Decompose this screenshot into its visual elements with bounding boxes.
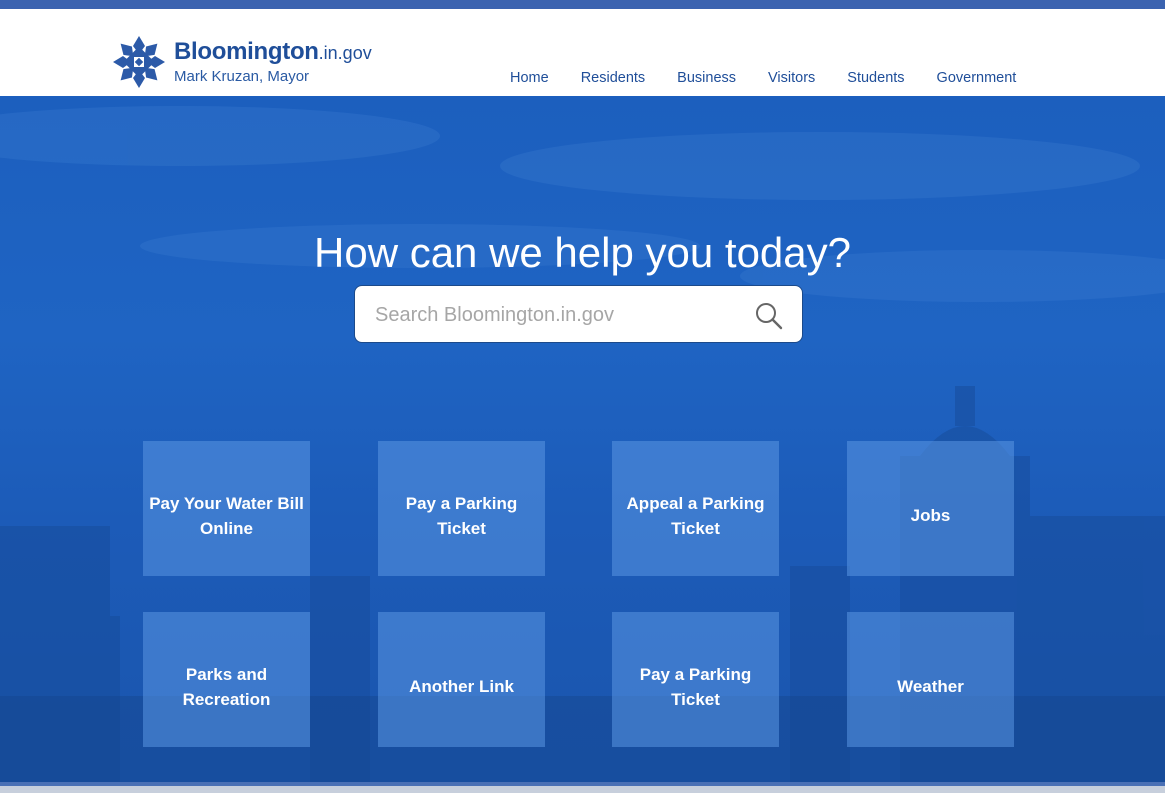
quick-link-label: Pay a Parking Ticket: [405, 493, 518, 538]
quick-link-label: Another Link: [409, 677, 514, 696]
quick-link-weather[interactable]: Weather: [847, 612, 1014, 747]
site-name: Bloomington: [174, 38, 319, 65]
quick-link-label: Pay a Parking Ticket: [639, 664, 752, 709]
quick-link-another-link[interactable]: Another Link: [378, 612, 545, 747]
mayor-line: Mark Kruzan, Mayor: [174, 68, 310, 85]
quick-link-label: Appeal a Parking Ticket: [626, 493, 765, 538]
quick-link-parks-recreation[interactable]: Parks and Recreation: [143, 612, 310, 747]
bottom-accent-bar: [0, 782, 1165, 793]
site-title: Bloomington.in.gov: [174, 39, 372, 68]
quick-link-appeal-parking-ticket[interactable]: Appeal a Parking Ticket: [612, 441, 779, 576]
site-brand[interactable]: Bloomington.in.gov Mark Kruzan, Mayor: [174, 39, 372, 86]
quick-link-label: Jobs: [910, 506, 951, 525]
quick-link-pay-parking-ticket[interactable]: Pay a Parking Ticket: [378, 441, 545, 576]
quick-link-pay-parking-ticket-2[interactable]: Pay a Parking Ticket: [612, 612, 779, 747]
site-domain-suffix: .in.gov: [318, 43, 372, 63]
quick-link-label: Parks and Recreation: [182, 664, 271, 709]
quick-link-pay-water-bill[interactable]: Pay Your Water Bill Online: [143, 441, 310, 576]
quick-links-grid: Pay Your Water Bill Online Pay a Parking…: [0, 96, 1165, 782]
hero-section: How can we help you today? Pay Your Wate…: [0, 96, 1165, 782]
site-header: Bloomington.in.gov Mark Kruzan, Mayor Ho…: [0, 9, 1165, 105]
quick-link-label: Pay Your Water Bill Online: [149, 493, 304, 538]
top-accent-bar: [0, 0, 1165, 9]
quick-link-jobs[interactable]: Jobs: [847, 441, 1014, 576]
quick-link-label: Weather: [897, 677, 964, 696]
bloomington-logo-icon[interactable]: [112, 35, 166, 89]
